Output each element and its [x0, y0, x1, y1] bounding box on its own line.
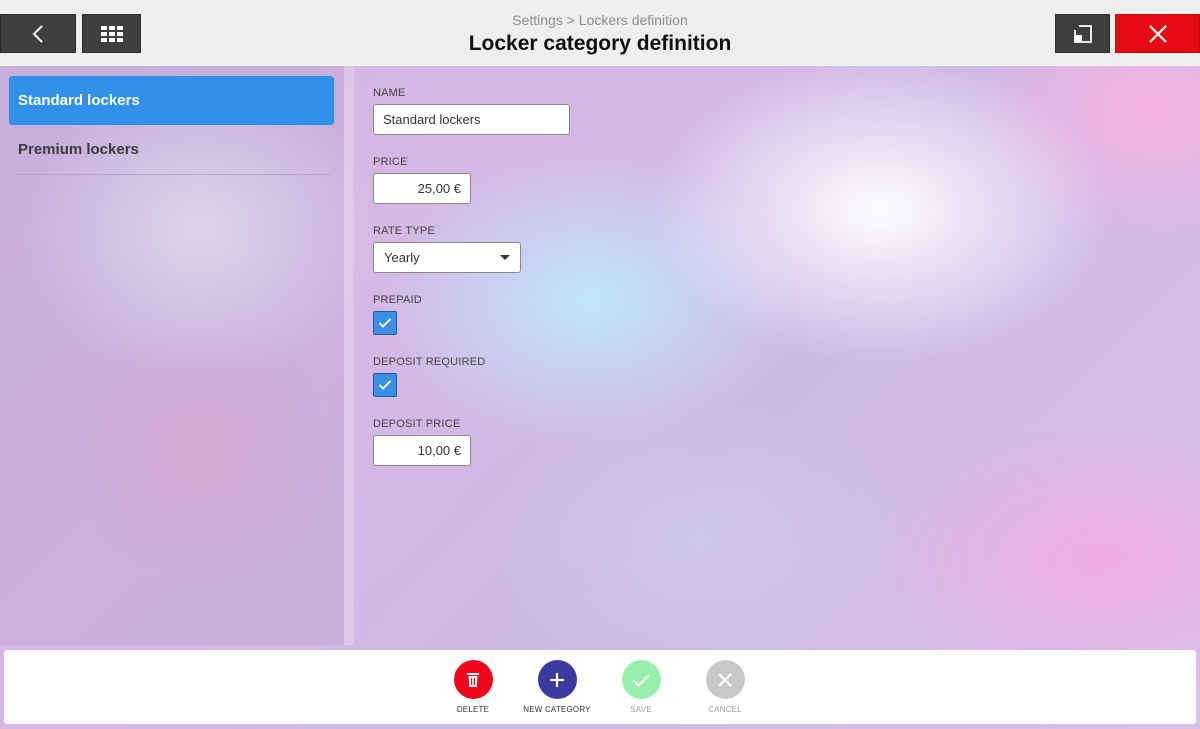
cancel-button[interactable]: CANCEL — [685, 660, 765, 714]
sidebar-item-label: Premium lockers — [18, 141, 139, 158]
caret-down-icon — [500, 255, 510, 260]
rate-type-select[interactable]: Yearly — [373, 242, 521, 273]
rate-type-label: RATE TYPE — [373, 225, 435, 237]
back-button[interactable] — [0, 14, 76, 53]
window-restore-button[interactable] — [1055, 14, 1110, 53]
cancel-label: CANCEL — [708, 705, 742, 714]
rate-type-value: Yearly — [384, 250, 420, 265]
save-label: SAVE — [630, 705, 652, 714]
delete-button[interactable]: DELETE — [433, 660, 513, 714]
name-label: NAME — [373, 87, 406, 99]
check-icon — [378, 318, 392, 328]
prepaid-checkbox[interactable] — [373, 311, 397, 335]
page-title: Locker category definition — [468, 32, 732, 55]
check-icon — [378, 380, 392, 390]
sidebar-item-premium-lockers[interactable]: Premium lockers — [9, 125, 334, 174]
save-circle — [621, 660, 661, 699]
header-titles: Settings > Lockers definition Locker cat… — [300, 12, 900, 59]
close-icon — [1148, 24, 1167, 43]
delete-circle — [453, 660, 493, 699]
plus-icon — [550, 672, 564, 687]
price-label: PRICE — [373, 156, 408, 168]
panel-splitter — [344, 66, 354, 645]
apps-menu-button[interactable] — [82, 14, 141, 53]
sidebar-divider-line — [14, 174, 330, 175]
chevron-left-icon — [32, 24, 43, 43]
top-bar: Settings > Lockers definition Locker cat… — [0, 0, 1200, 66]
close-window-button[interactable] — [1115, 14, 1200, 53]
cancel-circle — [705, 660, 745, 699]
breadcrumb: Settings > Lockers definition — [512, 12, 688, 28]
new-category-circle — [537, 660, 577, 699]
new-category-button[interactable]: NEW CATEGORY — [517, 660, 597, 714]
deposit-price-label: DEPOSIT PRICE — [373, 418, 461, 430]
sidebar-item-standard-lockers[interactable]: Standard lockers — [9, 76, 334, 125]
action-bar: DELETE NEW CATEGORY SAVE CANCEL — [4, 650, 1196, 724]
window-restore-icon — [1073, 24, 1092, 43]
close-icon — [718, 672, 732, 687]
price-input[interactable] — [373, 173, 471, 204]
deposit-required-checkbox[interactable] — [373, 373, 397, 397]
grid-icon — [100, 25, 123, 42]
trash-icon — [467, 672, 479, 687]
prepaid-label: PREPAID — [373, 294, 422, 306]
new-category-label: NEW CATEGORY — [523, 705, 591, 714]
deposit-required-label: DEPOSIT REQUIRED — [373, 356, 486, 368]
category-sidebar: Standard lockers Premium lockers — [0, 66, 344, 645]
delete-label: DELETE — [456, 705, 490, 714]
save-button[interactable]: SAVE — [601, 660, 681, 714]
deposit-price-input[interactable] — [373, 435, 471, 466]
sidebar-item-label: Standard lockers — [18, 92, 140, 109]
check-icon — [632, 673, 650, 687]
name-input[interactable] — [373, 104, 570, 135]
